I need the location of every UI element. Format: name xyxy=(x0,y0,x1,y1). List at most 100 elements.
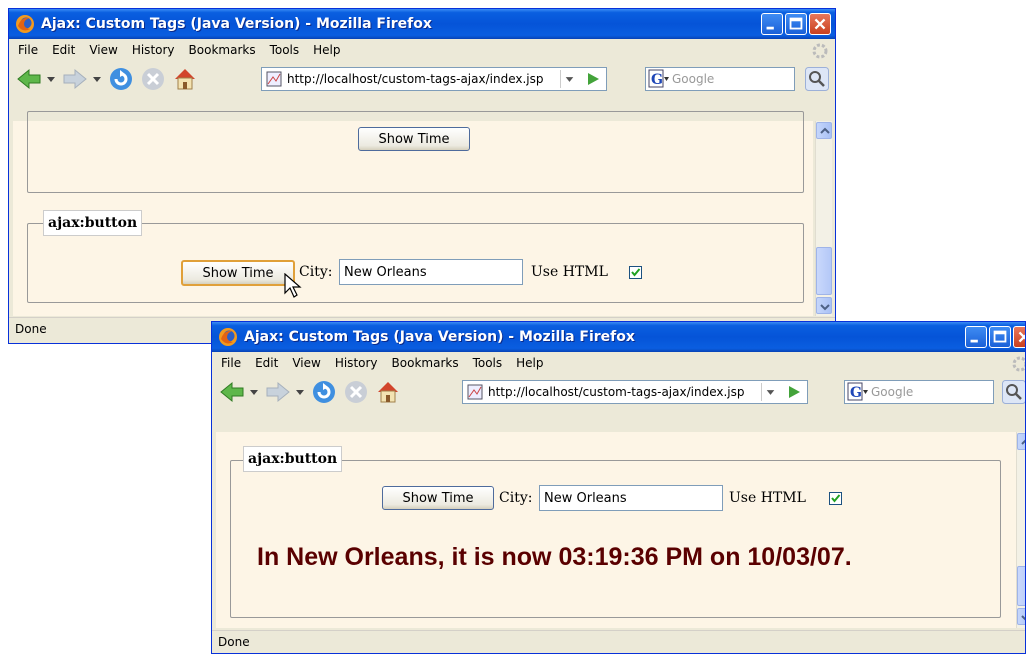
check-icon xyxy=(831,494,841,503)
result-message: In New Orleans, it is now 03:19:36 PM on… xyxy=(257,543,852,571)
minimize-button[interactable] xyxy=(761,13,783,35)
maximize-button[interactable] xyxy=(785,13,807,35)
url-bar[interactable]: http://localhost/custom-tags-ajax/index.… xyxy=(261,67,607,91)
menu-file[interactable]: File xyxy=(18,43,38,57)
scroll-up-button[interactable] xyxy=(816,122,832,139)
title-bar[interactable]: Ajax: Custom Tags (Java Version) - Mozil… xyxy=(212,322,1025,352)
reload-icon[interactable] xyxy=(107,65,135,93)
city-label: City: xyxy=(299,264,333,280)
go-arrow-icon[interactable] xyxy=(785,383,803,401)
menu-help[interactable]: Help xyxy=(313,43,340,57)
forward-arrow-icon[interactable] xyxy=(264,378,292,406)
page-icon xyxy=(266,71,282,87)
search-box[interactable]: G Google xyxy=(645,67,795,91)
menu-file[interactable]: File xyxy=(221,356,241,370)
title-bar[interactable]: Ajax: Custom Tags (Java Version) - Mozil… xyxy=(9,9,835,39)
use-html-label: Use HTML xyxy=(729,490,806,506)
use-html-label: Use HTML xyxy=(531,264,608,280)
fieldset-legend: ajax:button xyxy=(43,210,143,236)
menu-edit[interactable]: Edit xyxy=(255,356,278,370)
forward-arrow-icon[interactable] xyxy=(61,65,89,93)
scroll-down-button[interactable] xyxy=(1017,608,1025,625)
stop-icon[interactable] xyxy=(342,378,370,406)
show-time-button[interactable]: Show Time xyxy=(181,260,295,286)
url-text: http://localhost/custom-tags-ajax/index.… xyxy=(488,385,745,399)
page-content: Show Time ajax:button Show Time City: Ne… xyxy=(13,111,813,316)
google-engine-icon[interactable]: G xyxy=(648,69,670,89)
minimize-button[interactable] xyxy=(965,326,987,348)
throbber-icon xyxy=(1012,356,1025,372)
throbber-icon xyxy=(812,43,828,59)
scroll-thumb[interactable] xyxy=(816,247,832,295)
url-bar[interactable]: http://localhost/custom-tags-ajax/index.… xyxy=(462,380,808,404)
menu-bar: File Edit View History Bookmarks Tools H… xyxy=(212,352,1025,374)
maximize-button[interactable] xyxy=(989,326,1011,348)
use-html-checkbox[interactable] xyxy=(629,266,642,279)
close-button[interactable] xyxy=(1013,326,1025,348)
menu-history[interactable]: History xyxy=(132,43,175,57)
page-content: ajax:button Show Time City: New Orleans … xyxy=(216,432,1016,628)
menu-view[interactable]: View xyxy=(89,43,117,57)
search-placeholder: Google xyxy=(672,72,715,86)
vertical-scrollbar[interactable] xyxy=(1016,432,1025,628)
search-box[interactable]: G Google xyxy=(844,380,994,404)
chevron-down-icon xyxy=(1021,615,1025,621)
back-arrow-icon[interactable] xyxy=(15,65,43,93)
browser-window-front: Ajax: Custom Tags (Java Version) - Mozil… xyxy=(211,321,1026,654)
chevron-down-icon[interactable] xyxy=(47,75,55,83)
scroll-up-button[interactable] xyxy=(1017,433,1025,450)
stop-icon[interactable] xyxy=(139,65,167,93)
ajax-button-fieldset xyxy=(230,460,1001,618)
close-button[interactable] xyxy=(809,13,831,35)
use-html-checkbox[interactable] xyxy=(829,492,842,505)
page-icon xyxy=(467,384,483,400)
chevron-up-icon xyxy=(1021,439,1025,445)
menu-view[interactable]: View xyxy=(292,356,320,370)
firefox-logo-icon xyxy=(219,328,237,346)
chevron-down-icon xyxy=(820,304,830,311)
status-bar: Done xyxy=(212,630,1025,652)
menu-bookmarks[interactable]: Bookmarks xyxy=(189,43,256,57)
fieldset-legend: ajax:button xyxy=(243,446,343,472)
go-arrow-icon[interactable] xyxy=(584,70,602,88)
menu-help[interactable]: Help xyxy=(516,356,543,370)
menu-bookmarks[interactable]: Bookmarks xyxy=(392,356,459,370)
fieldset-top xyxy=(27,111,804,193)
status-text: Done xyxy=(218,634,250,649)
magnifier-icon[interactable] xyxy=(805,67,829,91)
menu-edit[interactable]: Edit xyxy=(52,43,75,57)
google-engine-icon[interactable]: G xyxy=(847,382,869,402)
scroll-thumb[interactable] xyxy=(1017,566,1025,606)
show-time-button-top[interactable]: Show Time xyxy=(358,127,470,151)
menu-bar: File Edit View History Bookmarks Tools H… xyxy=(9,39,835,61)
chevron-down-icon[interactable] xyxy=(296,388,304,396)
url-text: http://localhost/custom-tags-ajax/index.… xyxy=(287,72,544,86)
menu-tools[interactable]: Tools xyxy=(270,43,300,57)
chevron-down-icon[interactable] xyxy=(250,388,258,396)
magnifier-icon[interactable] xyxy=(1002,380,1026,404)
home-icon[interactable] xyxy=(374,378,402,406)
check-icon xyxy=(631,268,641,277)
window-title: Ajax: Custom Tags (Java Version) - Mozil… xyxy=(41,16,432,32)
svg-text:G: G xyxy=(651,72,663,88)
chevron-down-icon[interactable] xyxy=(560,70,578,88)
firefox-logo-icon xyxy=(16,15,34,33)
menu-history[interactable]: History xyxy=(335,356,378,370)
city-label: City: xyxy=(499,490,533,506)
home-icon[interactable] xyxy=(171,65,199,93)
menu-tools[interactable]: Tools xyxy=(473,356,503,370)
scroll-down-button[interactable] xyxy=(816,297,832,314)
back-arrow-icon[interactable] xyxy=(218,378,246,406)
city-input[interactable]: New Orleans xyxy=(339,259,523,285)
chevron-down-icon[interactable] xyxy=(761,383,779,401)
window-title: Ajax: Custom Tags (Java Version) - Mozil… xyxy=(244,329,635,345)
chevron-down-icon[interactable] xyxy=(93,75,101,83)
vertical-scrollbar[interactable] xyxy=(815,121,832,316)
status-text: Done xyxy=(15,321,47,336)
show-time-button[interactable]: Show Time xyxy=(382,486,494,510)
mouse-pointer-icon xyxy=(284,273,302,298)
chevron-up-icon xyxy=(820,127,830,134)
city-input[interactable]: New Orleans xyxy=(539,485,723,511)
reload-icon[interactable] xyxy=(310,378,338,406)
search-placeholder: Google xyxy=(871,385,914,399)
